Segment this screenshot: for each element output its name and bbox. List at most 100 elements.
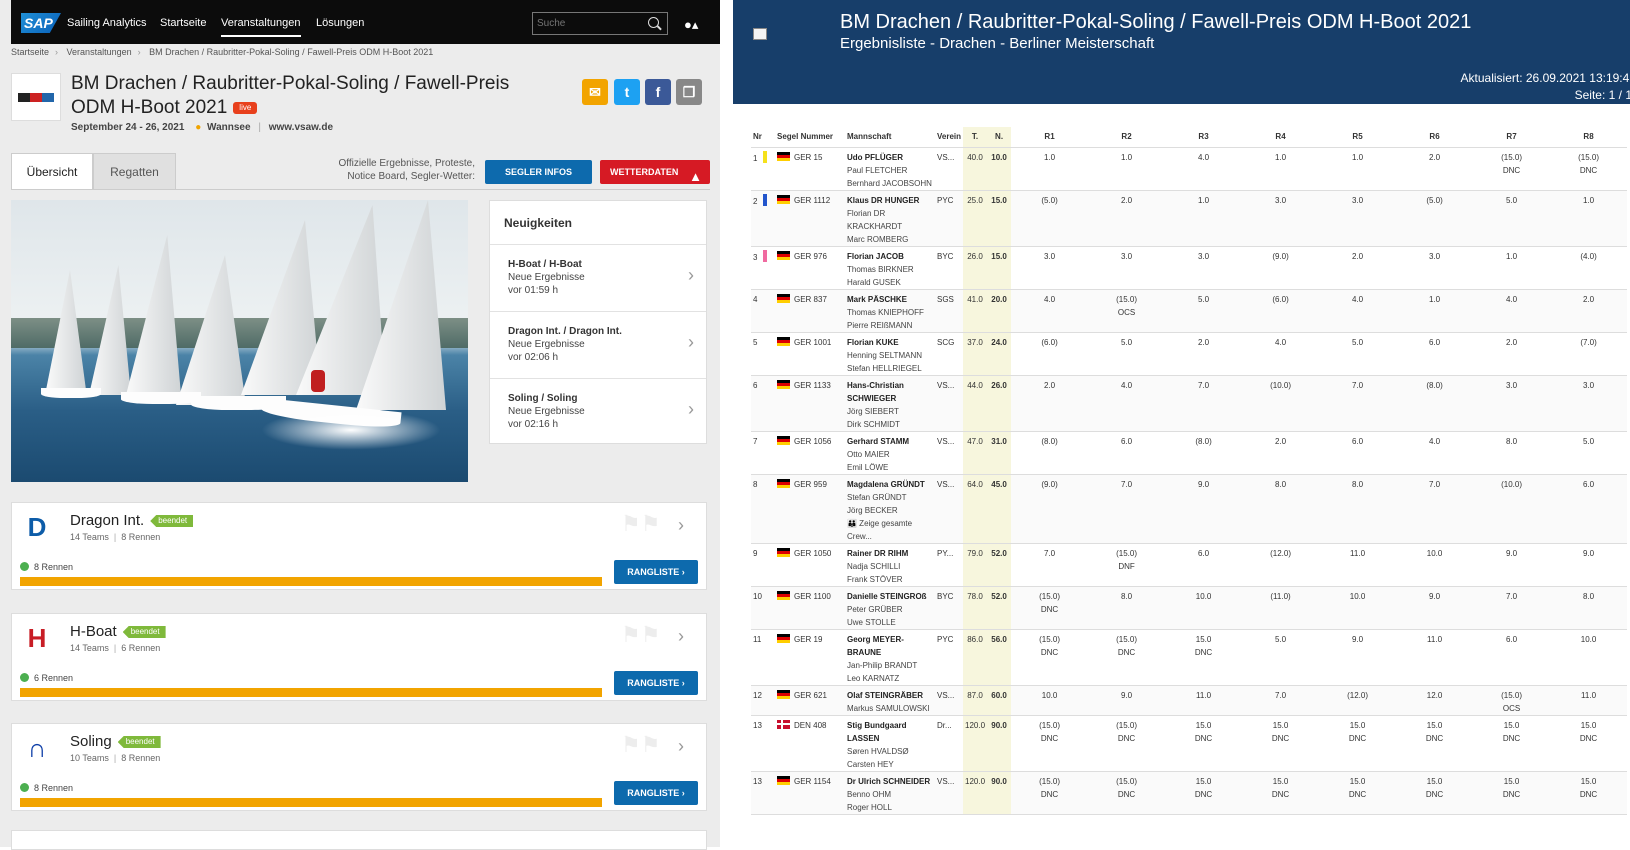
total-points: 47.0 <box>963 431 988 475</box>
rank-number: 5 <box>753 337 758 347</box>
nav-item-veranstaltungen[interactable]: Veranstaltungen <box>221 17 301 37</box>
race-meta: 10 Teams | 8 Rennen <box>70 753 161 763</box>
facebook-share-icon[interactable]: f <box>645 79 671 105</box>
tab-uebersicht[interactable]: Übersicht <box>11 153 93 190</box>
race-ghost-icon: ⚑⚑ <box>621 511 661 536</box>
race-score-cell: 7.0 <box>1088 474 1166 544</box>
race-score: 4.0 <box>1428 436 1441 446</box>
rangliste-button[interactable]: RANGLISTE › <box>614 560 698 584</box>
race-score-cell: 15.0 DNC <box>1242 771 1320 815</box>
race-score-cell: 9.0 <box>1396 586 1474 630</box>
broken-image-icon <box>753 28 767 40</box>
user-menu-icon[interactable]: ●▴ <box>684 17 698 33</box>
chevron-right-icon: › <box>678 736 684 756</box>
race-score-cell: (15.0) DNC <box>1011 715 1089 772</box>
race-count-text: 8 Rennen <box>34 562 74 572</box>
race-score-cell: 10.0 <box>1165 586 1243 630</box>
race-score: 2.0 <box>1043 380 1056 390</box>
breadcrumb: Startseite › Veranstaltungen › BM Drachen … <box>11 47 433 57</box>
column-header: Nr <box>751 127 775 148</box>
table-row: 2 GER 1112 Klaus DR HUNGER Florian DR KRACKH… <box>751 190 1628 247</box>
chevron-right-icon: › <box>688 332 694 352</box>
results-table: Nr Segel Nummer Mannschaft Verein T. N. R1 R2 R3… <box>751 127 1628 815</box>
breadcrumb-veranstaltungen[interactable]: Veranstaltungen <box>67 47 132 57</box>
race-score-cell: 15.0 DNC <box>1473 771 1551 815</box>
rangliste-button[interactable]: RANGLISTE › <box>614 781 698 805</box>
skipper-name: Danielle STEINGROß <box>847 591 927 601</box>
race-score: 1.0 <box>1120 152 1133 162</box>
race-score: 10.0 <box>1041 690 1058 700</box>
nav-item-loesungen[interactable]: Lösungen <box>316 17 364 29</box>
crew-name: Jörg SIEBERT <box>847 406 899 416</box>
sail-cell: GER 1112 <box>775 190 845 247</box>
race-teams: 14 Teams <box>70 532 109 542</box>
race-score-cell: 9.0 <box>1088 685 1166 716</box>
nav-item-startseite[interactable]: Startseite <box>160 17 206 29</box>
race-score-cell: 5.0 <box>1242 629 1320 686</box>
race-code: DNC <box>1348 733 1367 743</box>
germany-flag-icon <box>777 435 790 445</box>
event-website[interactable]: www.vsaw.de <box>269 122 333 133</box>
race-score-cell: 1.0 <box>1011 147 1089 191</box>
race-score: (12.0) <box>1347 690 1368 700</box>
race-score-cell: (8.0) <box>1011 431 1089 475</box>
crew-name: Frank STÖVER <box>847 574 903 584</box>
race-score: (15.0) <box>1116 720 1137 730</box>
news-item[interactable]: H-Boat / H-Boat Neue Ergebnisse vor 01:5… <box>490 244 706 310</box>
progress-bar <box>20 688 602 697</box>
search-icon[interactable] <box>648 17 659 28</box>
wetterdaten-button[interactable]: WETTERDATEN ▲ <box>600 160 710 184</box>
race-score: (7.0) <box>1580 337 1597 347</box>
race-score: (15.0) <box>1116 634 1137 644</box>
news-item[interactable]: Soling / Soling Neue Ergebnisse vor 02:1… <box>490 378 706 444</box>
total-points: 87.0 <box>963 685 988 716</box>
segler-infos-button[interactable]: SEGLER INFOS <box>485 160 592 184</box>
race-card-hboat[interactable]: H H-Boat beendet 14 Teams | 6 Rennen ⚑⚑ › 6… <box>11 613 707 701</box>
skipper-name: Udo PFLÜGER <box>847 152 903 162</box>
net-points: 15.0 <box>987 190 1012 247</box>
race-score-cell: 4.0 <box>1242 332 1320 376</box>
column-header: R5 <box>1319 127 1397 148</box>
team-cell: Stig Bundgaard LASSEN Søren HVALDSØ Carste… <box>845 715 935 772</box>
twitter-share-icon[interactable]: t <box>614 79 640 105</box>
sail-number: GER 1133 <box>794 380 831 390</box>
tab-regatten[interactable]: Regatten <box>93 153 176 190</box>
event-logo <box>11 73 61 121</box>
copy-link-icon[interactable]: ❐ <box>676 79 702 105</box>
germany-flag-icon <box>777 151 790 161</box>
table-row: 12 GER 621 Olaf STEINGRÄBER Markus SAMULOWS… <box>751 685 1628 716</box>
sap-logo[interactable]: SAP <box>21 13 61 33</box>
results-page: BM Drachen / Raubritter-Pokal-Soling / F… <box>733 0 1630 847</box>
sail-number: GER 1112 <box>794 195 831 205</box>
race-score-cell: 4.0 <box>1165 147 1243 191</box>
race-score-cell: 1.0 <box>1473 246 1551 290</box>
table-row: 10 GER 1100 Danielle STEINGROß Peter GRÜBER… <box>751 586 1628 630</box>
brand-name[interactable]: Sailing Analytics <box>67 17 147 29</box>
rangliste-button[interactable]: RANGLISTE › <box>614 671 698 695</box>
race-score-cell: 6.0 <box>1550 474 1628 544</box>
race-card-dragon[interactable]: D Dragon Int. beendet 14 Teams | 8 Rennen ⚑… <box>11 502 707 590</box>
chevron-right-icon: › <box>137 47 141 57</box>
race-score-cell: (15.0) DNC <box>1088 715 1166 772</box>
breadcrumb-startseite[interactable]: Startseite <box>11 47 49 57</box>
crew-name: Bernhard JACOBSOHN <box>847 178 932 188</box>
race-score: (4.0) <box>1580 251 1597 261</box>
race-score-cell: 9.0 <box>1319 629 1397 686</box>
germany-flag-icon <box>777 633 790 643</box>
race-score: 10.0 <box>1426 548 1443 558</box>
race-score-cell: 15.0 DNC <box>1550 771 1628 815</box>
crew-name: Roger HOLL <box>847 802 892 812</box>
race-score: 3.0 <box>1582 380 1595 390</box>
rank-number: 13 <box>753 776 762 786</box>
club-cell: PYC <box>935 629 964 686</box>
mail-share-icon[interactable]: ✉ <box>582 79 608 105</box>
race-score: 9.0 <box>1197 479 1210 489</box>
skipper-name: Klaus DR HUNGER <box>847 195 920 205</box>
race-score: 15.0 <box>1580 776 1597 786</box>
news-item[interactable]: Dragon Int. / Dragon Int. Neue Ergebniss… <box>490 311 706 377</box>
race-score: 6.0 <box>1582 479 1595 489</box>
rank-cell: 3 <box>751 246 775 290</box>
race-score: (8.0) <box>1426 380 1443 390</box>
race-card-soling[interactable]: ∩ Soling beendet 10 Teams | 8 Rennen ⚑⚑ › 8… <box>11 723 707 811</box>
race-score: 6.0 <box>1120 436 1133 446</box>
